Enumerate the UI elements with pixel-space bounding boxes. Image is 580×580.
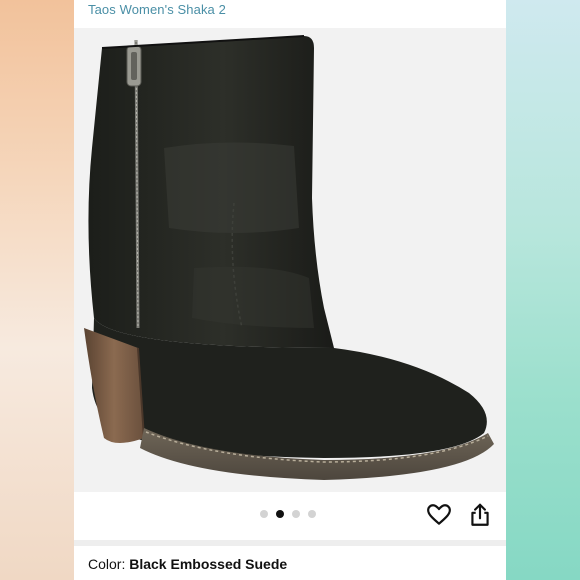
color-value: Black Embossed Suede xyxy=(129,556,288,572)
background-left xyxy=(0,0,74,580)
heart-icon xyxy=(427,504,451,525)
background-right xyxy=(506,0,580,580)
screenshot-frame: Taos Women's Shaka 2 Color: Black Emboss… xyxy=(0,0,580,580)
carousel-dot[interactable] xyxy=(292,510,300,518)
carousel-dots xyxy=(260,510,316,518)
share-icon xyxy=(471,503,489,526)
color-label: Color: xyxy=(88,556,130,572)
section-divider xyxy=(74,540,506,546)
share-button[interactable] xyxy=(467,502,493,528)
color-variant-row[interactable]: Color: Black Embossed Suede xyxy=(88,556,287,572)
boot-image xyxy=(84,35,494,480)
carousel-dot[interactable] xyxy=(308,510,316,518)
product-image[interactable] xyxy=(74,28,506,492)
favorite-button[interactable] xyxy=(426,502,452,528)
product-title[interactable]: Taos Women's Shaka 2 xyxy=(88,2,226,17)
product-card: Taos Women's Shaka 2 Color: Black Emboss… xyxy=(74,0,506,580)
carousel-dot[interactable] xyxy=(260,510,268,518)
carousel-dot-active[interactable] xyxy=(276,510,284,518)
